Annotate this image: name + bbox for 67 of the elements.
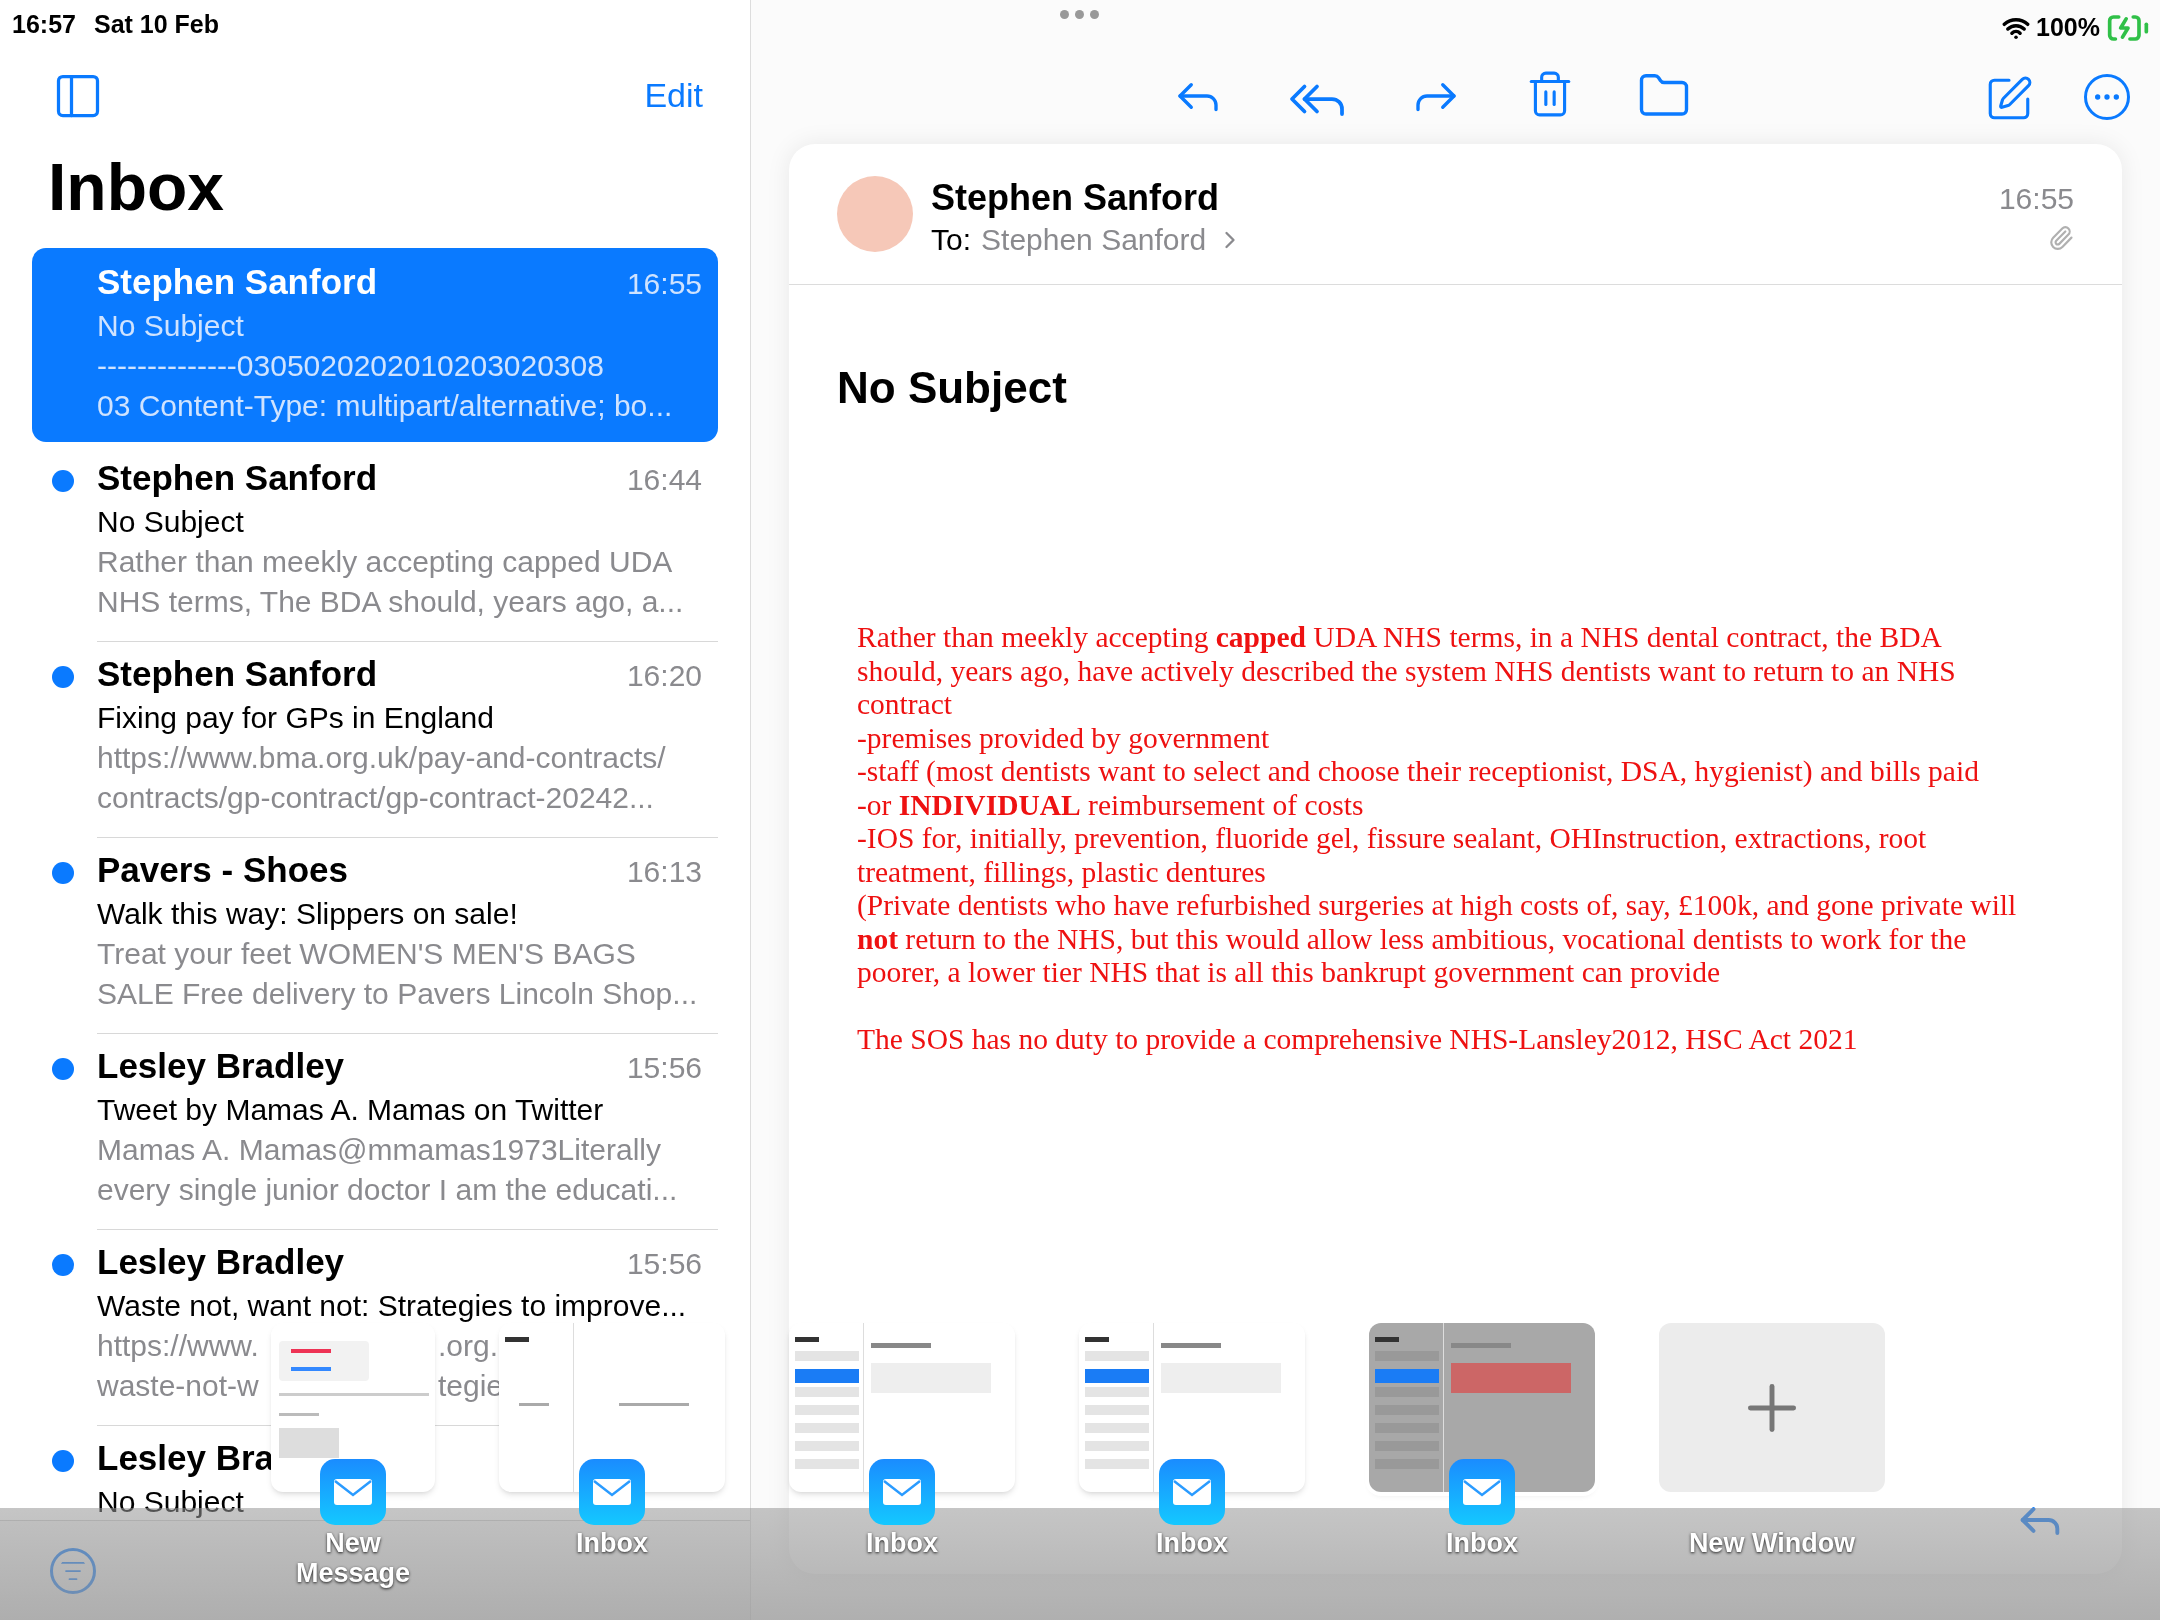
sender-name[interactable]: Lesley Bradley [97,1241,345,1282]
body-paragraph: -IOS for, initially, prevention, fluoride gel, fissure sealant, OHInstruction, extractions, root treatment, fillings, plastic dentures [857,822,1928,889]
window-thumbnail[interactable] [789,1323,1015,1492]
message-preview: https://www.bma.org.uk/pay-and-contracts/ [97,739,667,776]
message-preview: https://www. [97,1327,260,1364]
selected-message-row[interactable]: Stephen Sanford 16:55 No Subject --------------0305020202010203020308 03 Content-Type: multipart/alternative; bo... [32,247,718,442]
sender-name[interactable]: Stephen Sanford [97,457,378,498]
mail-app-icon [1159,1459,1225,1525]
message-time: 16:55 [1998,181,2074,217]
body-paragraph: -staff (most dentists want to select and choose their receptionist, DSA, hygienist) and bills paid [857,755,1980,789]
status-date: Sat 10 Feb [93,9,219,40]
message-time: 16:20 [626,657,702,694]
edit-button[interactable]: Edit [644,70,703,121]
window-thumbnail[interactable] [271,1323,435,1492]
sender-name: Stephen Sanford [931,176,1221,220]
message-subject: Fixing pay for GPs in England [97,699,495,736]
body-paragraph: -or INDIVIDUAL reimbursement of costs [857,788,1365,822]
window-label: Inbox [865,1528,939,1558]
sender-name[interactable]: Stephen Sanford [97,261,378,302]
message-time: 15:56 [626,1049,702,1086]
message-preview: 03 Content-Type: multipart/alternative; bo... [97,387,674,424]
window-thumbnail[interactable] [1079,1323,1305,1492]
body-paragraph: Rather than meekly accepting capped UDA NHS terms, in a NHS dental contract, the BDA should, years ago, have actively described the system NHS dentists want to return to an NHS contract [857,621,1957,722]
body-paragraph: (Private dentists who have refurbished surgeries at high costs of, say, £100k, and gone private will not return to the NHS, but this would allow less ambitious, vocational dentists to work for the poorer, a lower tier NHS that is all this bankrupt government can provide [857,889,2018,990]
message-preview: NHS terms, The BDA should, years ago, a... [97,583,685,620]
message-subject: Walk this way: Slippers on sale! [97,895,519,932]
sender-name[interactable]: Lesley Bra [97,1437,275,1478]
message-subject: No Subject [97,1483,245,1520]
body-paragraph: The SOS has no duty to provide a comprehensive NHS-Lansley2012, HSC Act 2021 [857,1022,1859,1056]
window-label: Inbox [1445,1528,1519,1558]
sender-name[interactable]: Pavers - Shoes [97,849,348,890]
message-subject: No Subject [97,503,245,540]
body-paragraph: -premises provided by government [857,721,1271,755]
window-label: Inbox [575,1528,649,1558]
more-icon[interactable] [2084,74,2130,120]
message-subject: Waste not, want not: Strategies to improve... [97,1287,688,1324]
inbox-title: Inbox [47,153,225,220]
to-label: To: [931,222,972,258]
sender-name[interactable]: Stephen Sanford [97,653,378,694]
message-time: 16:13 [626,853,702,890]
mail-app-icon [1449,1459,1515,1525]
mail-app-icon [869,1459,935,1525]
message-time: 15:56 [626,1245,702,1282]
message-preview: tegie [438,1367,504,1404]
message-preview: contracts/gp-contract/gp-contract-20242... [97,779,655,816]
message-time: 16:55 [626,265,702,302]
message-preview: SALE Free delivery to Pavers Lincoln Shop... [97,975,699,1012]
battery-percent: 100% [2036,12,2100,44]
sender-name[interactable]: Lesley Bradley [97,1045,345,1086]
window-thumbnail[interactable] [499,1323,725,1492]
message-subject: Tweet by Mamas A. Mamas on Twitter [97,1091,605,1128]
message-time: 16:44 [626,461,702,498]
window-dots-icon[interactable] [1060,10,1099,19]
message-subject: No Subject [836,362,1068,414]
message-preview: waste-not-w [97,1367,260,1404]
message-preview: .org. [438,1327,499,1364]
message-preview: Treat your feet WOMEN'S MEN'S BAGS [97,935,637,972]
message-subject: No Subject [97,307,245,344]
recipient-name: Stephen Sanford [981,222,1207,258]
window-label: New Window [1688,1528,1856,1558]
message-preview: every single junior doctor I am the educati... [97,1171,679,1208]
window-label: New Message [294,1528,412,1588]
message-preview: Rather than meekly accepting capped UDA [97,543,674,580]
status-time: 16:57 [12,9,76,40]
window-label: Inbox [1155,1528,1229,1558]
message-preview: Mamas A. Mamas@mmamas1973Literally [97,1131,662,1168]
message-preview: --------------0305020202010203020308 [97,347,605,384]
